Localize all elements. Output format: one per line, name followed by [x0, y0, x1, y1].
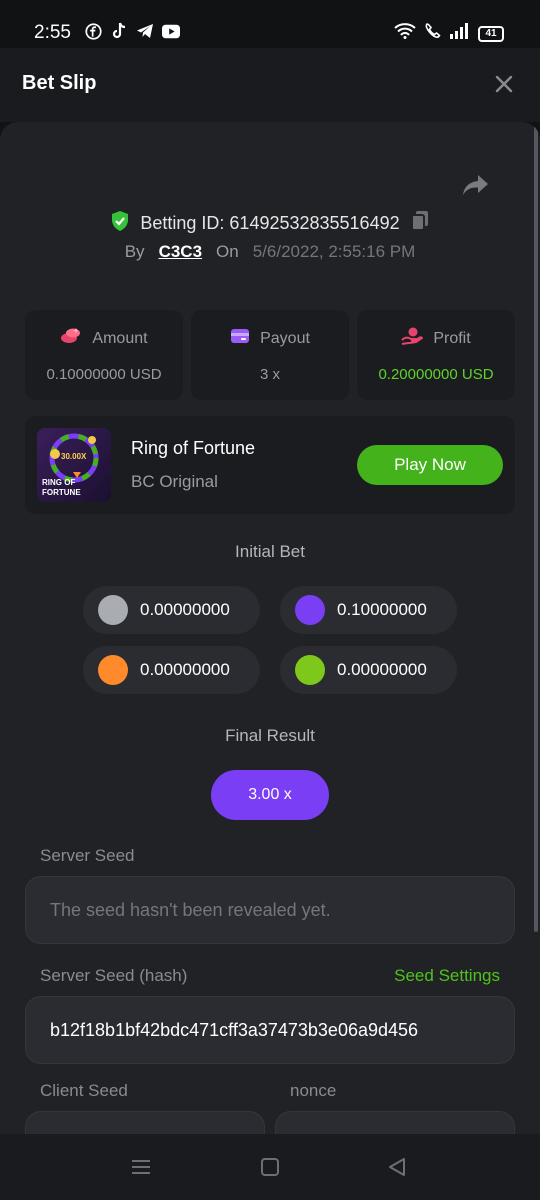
- tiktok-icon: [110, 22, 128, 40]
- chip-dot: [98, 655, 128, 685]
- stat-profit: Profit 0.20000000 USD: [357, 310, 515, 400]
- final-result-badge: 3.00 x: [211, 770, 329, 820]
- battery-icon: 41: [478, 25, 504, 42]
- betting-id-row: Betting ID: 61492532835516492: [0, 210, 540, 237]
- stat-payout-value: 3 x: [259, 366, 280, 383]
- recent-apps-icon[interactable]: [130, 1156, 152, 1178]
- game-title: Ring of Fortune: [131, 438, 256, 458]
- telegram-icon: [136, 22, 154, 40]
- close-icon: [495, 75, 513, 93]
- game-thumb-title-2: FORTUNE: [42, 488, 81, 497]
- server-seed-field: The seed hasn't been revealed yet.: [25, 876, 515, 944]
- stat-profit-label: Profit: [433, 329, 471, 347]
- game-card: 30.00X RING OF FORTUNE Ring of Fortune B…: [25, 416, 515, 514]
- status-time: 2:55: [34, 22, 71, 43]
- nonce-field[interactable]: [275, 1111, 515, 1134]
- initial-bet-chips: 0.00000000 0.10000000 0.00000000 0.00000…: [83, 586, 457, 694]
- nonce-label: nonce: [290, 1081, 337, 1100]
- bet-chip: 0.10000000: [280, 586, 457, 634]
- copy-icon[interactable]: [410, 210, 430, 237]
- signal-icon: [450, 23, 470, 44]
- bet-chip: 0.00000000: [280, 646, 457, 694]
- play-now-button[interactable]: Play Now: [357, 445, 503, 485]
- page-title: Bet Slip: [22, 72, 97, 94]
- shield-check-icon: [110, 210, 130, 237]
- chip-value: 0.00000000: [140, 600, 230, 619]
- bet-date: 5/6/2022, 2:55:16 PM: [252, 242, 416, 261]
- coins-icon: [60, 327, 82, 350]
- home-icon[interactable]: [259, 1156, 281, 1178]
- hand-coin-icon: [401, 327, 424, 350]
- game-thumb-title-1: RING OF: [42, 478, 76, 487]
- bet-chip: 0.00000000: [83, 646, 260, 694]
- share-icon: [463, 174, 488, 195]
- share-button[interactable]: [460, 170, 492, 202]
- betting-id: Betting ID: 61492532835516492: [140, 213, 400, 233]
- stat-payout: Payout 3 x: [191, 310, 349, 400]
- youtube-icon: [162, 22, 180, 40]
- game-thumbnail[interactable]: 30.00X RING OF FORTUNE: [37, 428, 111, 502]
- facebook-icon: [84, 22, 102, 40]
- server-seed-label: Server Seed: [40, 846, 135, 865]
- bet-slip-panel: Betting ID: 61492532835516492 By C3C3 On…: [0, 122, 540, 1134]
- game-thumb-multiplier: 30.00X: [61, 452, 87, 461]
- chip-dot: [98, 595, 128, 625]
- user-link[interactable]: C3C3: [159, 242, 202, 262]
- bet-chip: 0.00000000: [83, 586, 260, 634]
- final-result-label: Final Result: [225, 726, 315, 745]
- back-icon[interactable]: [386, 1156, 408, 1178]
- bet-stats: Amount 0.10000000 USD Payout 3 x Profit …: [25, 310, 515, 400]
- chip-dot: [295, 595, 325, 625]
- bet-slip-header: Bet Slip: [0, 48, 540, 122]
- chip-value: 0.00000000: [140, 660, 230, 679]
- stat-payout-label: Payout: [260, 329, 310, 347]
- system-nav-bar: [0, 1134, 540, 1200]
- game-subtitle: BC Original: [131, 472, 218, 491]
- server-seed-hash-label: Server Seed (hash): [40, 966, 188, 985]
- seed-settings-link[interactable]: Seed Settings: [394, 966, 500, 986]
- stat-amount-label: Amount: [92, 329, 148, 347]
- close-button[interactable]: [490, 70, 518, 98]
- by-label: By: [124, 242, 145, 261]
- wifi-call-icon: [424, 22, 442, 45]
- client-seed-label: Client Seed: [40, 1081, 128, 1100]
- chip-dot: [295, 655, 325, 685]
- status-app-icons: [84, 22, 180, 40]
- status-indicators: 41: [394, 22, 504, 45]
- server-seed-hash-field[interactable]: b12f18b1bf42bdc471cff3a37473b3e06a9d456: [25, 996, 515, 1064]
- bet-meta-row: By C3C3 On 5/6/2022, 2:55:16 PM: [0, 242, 540, 262]
- chip-value: 0.00000000: [337, 660, 427, 679]
- on-label: On: [216, 242, 239, 261]
- client-seed-field[interactable]: [25, 1111, 265, 1134]
- stat-profit-value: 0.20000000 USD: [378, 366, 494, 383]
- chip-value: 0.10000000: [337, 600, 427, 619]
- wifi-icon: [394, 23, 416, 44]
- wallet-icon: [230, 327, 250, 350]
- stat-amount-value: 0.10000000 USD: [46, 366, 162, 383]
- initial-bet-label: Initial Bet: [235, 542, 305, 561]
- stat-amount: Amount 0.10000000 USD: [25, 310, 183, 400]
